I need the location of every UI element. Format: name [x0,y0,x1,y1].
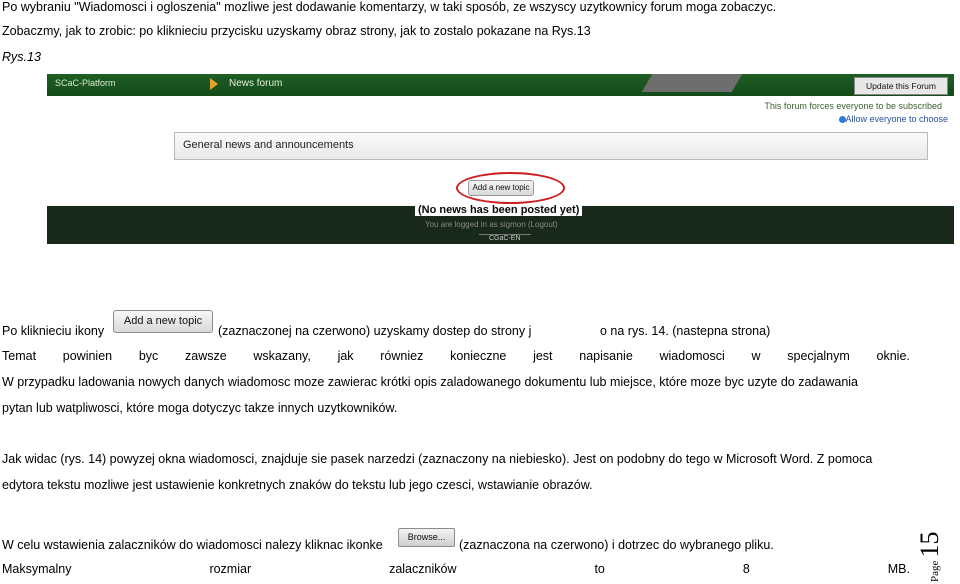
text-line-8: edytora tekstu mozliwe jest ustawienie k… [2,478,593,492]
text-line-7: Jak widac (rys. 14) powyzej okna wiadomo… [2,452,873,466]
page-number: 15 [915,531,944,558]
text-line-3-part-2: (zaznaczonej na czerwono) uzyskamy doste… [218,324,532,338]
line-4-word: specjalnym [787,349,850,363]
line-10-word: zalaczników [389,562,457,576]
breadcrumb-arrow-icon [210,78,218,90]
text-line-9-part-2: (zaznaczona na czerwono) i dotrzec do wy… [459,538,774,552]
forum-screenshot: SCaC-Platform News forum Update this For… [47,74,954,244]
line-4-word: w [751,349,761,363]
text-line-10: Maksymalny rozmiar zalaczników to 8 MB. [2,562,910,576]
text-line-6: pytan lub watpliwosci, które moga dotycz… [2,401,398,415]
add-topic-button-image: Add a new topic [113,310,213,333]
forum-footer-link: CGaC-EN [479,234,531,242]
page-number-marker: Page 15 [915,526,944,582]
line-4-word: jak [337,349,354,363]
forum-top-bar: SCaC-Platform News forum Update this For… [47,74,954,96]
forum-tab [641,74,743,92]
line-10-word: Maksymalny [2,562,72,576]
forum-subscription-note: This forum forces everyone to be subscri… [764,101,942,111]
line-10-word: MB. [887,562,910,576]
line-4-word: Temat [2,349,37,363]
browse-button-image: Browse... [398,528,455,547]
line-4-word: oknie. [876,349,910,363]
text-line-5: W przypadku ladowania nowych danych wiad… [2,375,858,389]
line-4-word: wiadomosci [659,349,725,363]
line-4-word: jest [533,349,553,363]
line-4-word: napisanie [579,349,633,363]
line-10-word: rozmiar [209,562,252,576]
line-4-word: powinien [62,349,113,363]
line-4-word: byc [138,349,159,363]
text-line-3-part-1: Po kliknieciu ikony [2,324,105,338]
text-line-1: Po wybraniu "Wiadomosci i ogloszenia" mo… [2,0,777,14]
forum-brand: SCaC-Platform [55,78,116,88]
update-forum-button[interactable]: Update this Forum [854,77,948,95]
text-line-9-part-1: W celu wstawienia zalaczników do wiadomo… [2,538,383,552]
no-news-message: (No news has been posted yet) [415,204,583,216]
line-4-word: równiez [380,349,424,363]
line-4-word: wskazany, [253,349,311,363]
line-10-word: to [594,562,605,576]
text-line-3-part-3: o na rys. 14. (nastepna strona) [600,324,771,338]
forum-section-title: General news and announcements [183,139,354,151]
line-10-word: 8 [742,562,750,576]
allow-everyone-link[interactable]: Allow everyone to choose [845,114,948,124]
logged-in-note: You are logged in as sigmon (Logout) [425,220,558,229]
forum-breadcrumb: News forum [229,78,283,89]
line-4-word: zawsze [185,349,227,363]
text-line-4: Temat powinien byc zawsze wskazany, jak równie… [2,349,910,363]
text-line-2: Zobaczmy, jak to zrobic: po kliknieciu p… [2,24,591,38]
page-label: Page [929,560,941,582]
figure-caption: Rys.13 [2,50,41,64]
line-4-word: konieczne [450,349,507,363]
forum-section-header: General news and announcements [174,132,928,160]
red-highlight-oval [456,172,565,204]
